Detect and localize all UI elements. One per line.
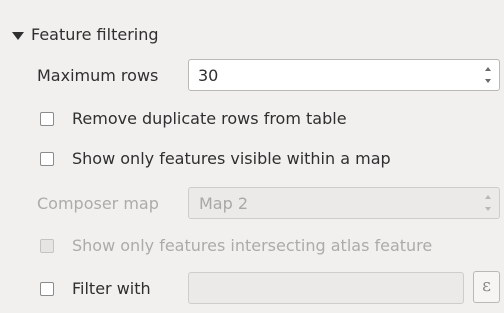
spin-arrows-icon[interactable] bbox=[485, 66, 493, 84]
maximum-rows-value[interactable]: 30 bbox=[198, 66, 218, 85]
spin-up-icon[interactable] bbox=[485, 67, 491, 71]
combo-down-icon bbox=[485, 207, 491, 211]
filter-expression-field[interactable] bbox=[188, 272, 464, 304]
combo-arrows-icon bbox=[485, 194, 493, 212]
remove-duplicates-checkbox[interactable] bbox=[40, 112, 54, 126]
composer-map-label: Composer map bbox=[37, 194, 159, 213]
epsilon-icon: ε bbox=[482, 276, 491, 296]
composer-map-value: Map 2 bbox=[199, 194, 249, 213]
composer-map-combobox[interactable]: Map 2 bbox=[188, 187, 500, 219]
visible-in-map-label[interactable]: Show only features visible within a map bbox=[72, 149, 391, 168]
visible-in-map-checkbox[interactable] bbox=[40, 152, 54, 166]
combo-up-icon bbox=[485, 195, 491, 199]
maximum-rows-spinbox[interactable]: 30 bbox=[188, 59, 500, 91]
collapse-arrow-icon[interactable] bbox=[12, 32, 24, 40]
atlas-intersect-label[interactable]: Show only features intersecting atlas fe… bbox=[72, 236, 432, 255]
filter-with-label[interactable]: Filter with bbox=[72, 279, 151, 298]
expression-builder-button[interactable]: ε bbox=[473, 271, 500, 303]
maximum-rows-label: Maximum rows bbox=[37, 66, 159, 85]
filter-with-checkbox[interactable] bbox=[40, 282, 54, 296]
atlas-intersect-checkbox[interactable] bbox=[40, 239, 54, 253]
remove-duplicates-label[interactable]: Remove duplicate rows from table bbox=[72, 109, 347, 128]
section-title[interactable]: Feature filtering bbox=[31, 25, 159, 44]
feature-filtering-panel: Feature filtering Maximum rows 30 Remove… bbox=[0, 0, 504, 313]
spin-down-icon[interactable] bbox=[485, 79, 491, 83]
